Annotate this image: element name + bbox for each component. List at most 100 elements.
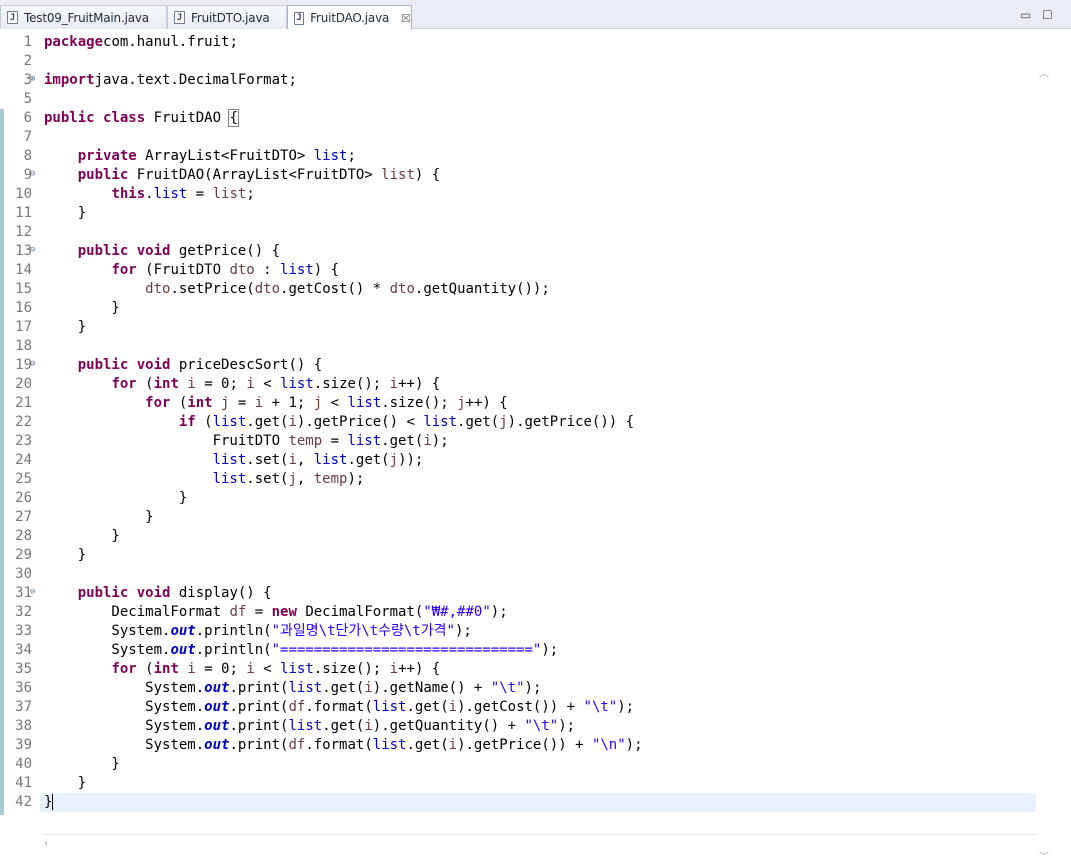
line-number: 39: [0, 736, 36, 755]
tab-test09-fruitmain[interactable]: J Test09_FruitMain.java: [0, 5, 167, 29]
code-editor[interactable]: 1 2 3 ⊕ 5 6 7 8 9 ⊖ 10 11 12 13 ⊖ 14 15 16 17 18 19 ⊖ 20 21 22 23…: [0, 29, 1071, 863]
code-line[interactable]: System.out.println("과일명\t단가\t수량\t가격");: [44, 622, 471, 641]
code-line[interactable]: packagecom.hanul.fruit;: [44, 33, 238, 52]
collapse-fold-icon[interactable]: ⊖: [30, 246, 39, 255]
code-line[interactable]: }: [44, 299, 119, 318]
line-number-text: 8: [23, 148, 32, 164]
code-line[interactable]: for (FruitDTO dto : list) {: [44, 261, 339, 280]
line-number: 2: [0, 52, 36, 71]
code-token: (: [136, 661, 154, 677]
line-number: 12: [0, 223, 36, 242]
vertical-scrollbar[interactable]: ︿ ﹀: [1037, 65, 1051, 863]
code-line[interactable]: }: [44, 204, 86, 223]
code-line[interactable]: importjava.text.DecimalFormat;: [44, 71, 297, 90]
line-number-text: 16: [15, 300, 32, 316]
code-line[interactable]: }: [44, 755, 119, 774]
scroll-down-icon[interactable]: ﹀: [1039, 848, 1049, 863]
code-line[interactable]: }: [44, 774, 86, 793]
code-line[interactable]: for (int i = 0; i < list.size(); i++) {: [44, 660, 440, 679]
java-file-icon: J: [294, 11, 305, 25]
code-line[interactable]: System.out.print(list.get(i).getName() +…: [44, 679, 541, 698]
code-line[interactable]: }: [44, 793, 54, 812]
collapse-fold-icon[interactable]: ⊖: [30, 360, 39, 369]
line-number: 20: [0, 375, 36, 394]
line-number: 22: [0, 413, 36, 432]
editor-tab-bar: J Test09_FruitMain.java J FruitDTO.java …: [0, 0, 1071, 30]
line-number: 36: [0, 679, 36, 698]
code-token: );: [347, 471, 365, 487]
code-token: i: [187, 376, 196, 392]
code-line[interactable]: if (list.get(i).getPrice() < list.get(j)…: [44, 413, 634, 432]
code-line[interactable]: }: [44, 546, 86, 565]
code-line[interactable]: dto.setPrice(dto.getCost() * dto.getQuan…: [44, 280, 550, 299]
code-token: System.: [44, 642, 171, 658]
maximize-icon[interactable]: ☐: [1042, 8, 1053, 22]
code-line[interactable]: System.out.print(df.format(list.get(i).g…: [44, 736, 642, 755]
code-token: }: [44, 490, 188, 506]
line-number: 32: [0, 603, 36, 622]
code-line[interactable]: public void getPrice() {: [44, 242, 280, 261]
code-token: .println(: [195, 623, 272, 639]
code-line[interactable]: public void priceDescSort() {: [44, 356, 322, 375]
code-token: (: [170, 395, 188, 411]
code-line[interactable]: list.set(j, temp);: [44, 470, 365, 489]
horizontal-scrollbar[interactable]: ‹: [44, 834, 1036, 855]
code-line[interactable]: this.list = list;: [44, 185, 254, 204]
code-line[interactable]: }: [44, 508, 153, 527]
code-line[interactable]: }: [44, 489, 187, 508]
code-token: }: [44, 775, 87, 791]
java-file-icon: J: [174, 11, 185, 24]
expand-fold-icon[interactable]: ⊕: [30, 75, 39, 84]
code-token: FruitDAO(ArrayList<FruitDTO>: [128, 167, 382, 183]
code-line[interactable]: FruitDTO temp = list.get(i);: [44, 432, 449, 451]
collapse-fold-icon[interactable]: ⊖: [30, 170, 39, 179]
code-line[interactable]: System.out.print(df.format(list.get(i).g…: [44, 698, 634, 717]
code-token: public: [77, 585, 129, 601]
line-number-text: 25: [15, 471, 32, 487]
scroll-left-icon[interactable]: ‹: [44, 838, 48, 849]
text-cursor: [52, 794, 54, 810]
code-line[interactable]: }: [44, 527, 119, 546]
tab-fruitdto[interactable]: J FruitDTO.java: [167, 5, 287, 29]
tab-fruitdao[interactable]: J FruitDAO.java ☒: [287, 5, 412, 30]
code-token: int: [153, 661, 179, 677]
code-token: out: [204, 737, 230, 753]
code-token: );: [431, 433, 449, 449]
code-token: .get(: [381, 433, 424, 449]
line-number: 25: [0, 470, 36, 489]
code-line[interactable]: for (int j = i + 1; j < list.size(); j++…: [44, 394, 508, 413]
scroll-up-icon[interactable]: ︿: [1039, 65, 1049, 80]
collapse-fold-icon[interactable]: ⊖: [30, 588, 39, 597]
code-token: ) {: [414, 167, 441, 183]
code-line[interactable]: list.set(i, list.get(j));: [44, 451, 424, 470]
code-token: "과일명\t단가\t수량\t가격": [271, 623, 455, 639]
code-token: .get(: [406, 737, 449, 753]
code-line[interactable]: public FruitDAO(ArrayList<FruitDTO> list…: [44, 166, 440, 185]
code-line[interactable]: public void display() {: [44, 584, 272, 603]
line-number: 1: [0, 33, 36, 52]
line-number-text: 7: [23, 129, 32, 145]
code-line[interactable]: public class FruitDAO {: [44, 109, 239, 128]
code-token: i: [246, 661, 255, 677]
code-line[interactable]: private ArrayList<FruitDTO> list;: [44, 147, 356, 166]
code-line[interactable]: System.out.print(list.get(i).getQuantity…: [44, 717, 575, 736]
code-line[interactable]: DecimalFormat df = new DecimalFormat("₩#…: [44, 603, 507, 622]
line-number: 14: [0, 261, 36, 280]
code-line[interactable]: System.out.println("====================…: [44, 641, 558, 660]
code-token: for: [111, 661, 137, 677]
line-number: 16: [0, 299, 36, 318]
minimize-icon[interactable]: ▭: [1020, 8, 1031, 22]
code-token: =: [246, 604, 272, 620]
code-token: }: [44, 794, 53, 810]
close-tab-icon[interactable]: ☒: [401, 12, 411, 25]
code-token: DecimalFormat: [44, 604, 230, 620]
code-line[interactable]: for (int i = 0; i < list.size(); i++) {: [44, 375, 440, 394]
tab-label: FruitDAO.java: [310, 11, 390, 25]
code-token: i: [389, 661, 399, 677]
code-line[interactable]: }: [44, 318, 86, 337]
line-number: 29: [0, 546, 36, 565]
